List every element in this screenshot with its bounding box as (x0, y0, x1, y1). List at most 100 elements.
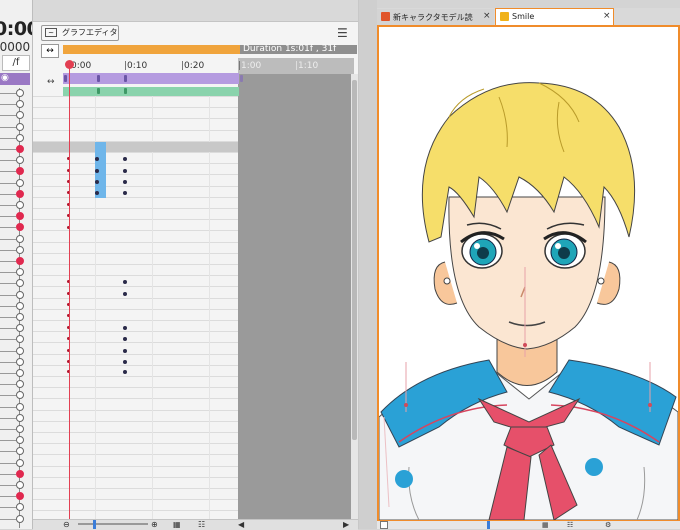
scroll-right-icon[interactable]: ▶ (343, 520, 349, 529)
parameter-row[interactable] (0, 301, 31, 312)
canvas-toggle[interactable] (380, 521, 388, 529)
keyframe-dot[interactable] (123, 370, 127, 374)
model-keyframe[interactable] (97, 88, 100, 94)
key-toggle[interactable] (16, 369, 24, 377)
parameter-row[interactable] (0, 189, 31, 200)
parameter-row[interactable] (0, 446, 31, 457)
parameter-row[interactable] (0, 312, 31, 323)
parameter-row[interactable] (0, 234, 31, 245)
key-toggle[interactable] (16, 133, 24, 142)
hamburger-icon[interactable]: ☰ (337, 26, 348, 40)
parameter-row[interactable] (0, 222, 31, 233)
scrollbar-thumb[interactable] (352, 80, 357, 440)
key-toggle[interactable] (16, 111, 24, 120)
keyframe-dot[interactable] (95, 157, 99, 161)
key-toggle[interactable] (16, 89, 24, 97)
parameter-row[interactable] (0, 514, 31, 525)
zoom-out-icon[interactable]: ⊖ (63, 520, 70, 529)
parameter-row[interactable] (0, 379, 31, 390)
parameter-row[interactable] (0, 178, 31, 189)
expand-arrows-icon[interactable]: ↔ (41, 44, 59, 58)
key-toggle[interactable] (16, 391, 24, 400)
scene-track-bar[interactable] (63, 73, 239, 84)
key-toggle[interactable] (16, 346, 24, 355)
parameter-row[interactable] (0, 480, 31, 491)
eye-icon[interactable]: ◉ (1, 73, 9, 83)
key-toggle[interactable] (16, 290, 24, 299)
key-toggle[interactable] (16, 413, 24, 422)
parameter-row[interactable] (0, 502, 31, 513)
parameter-row[interactable] (0, 88, 31, 99)
keyframe-dot[interactable] (95, 169, 99, 173)
parameter-row[interactable] (0, 424, 31, 435)
parameter-row[interactable] (0, 413, 31, 424)
canvas-view-icon[interactable]: ▦ (542, 521, 549, 529)
key-toggle[interactable] (16, 335, 24, 344)
playhead-handle[interactable] (65, 60, 74, 69)
zoom-in-icon[interactable]: ⊕ (151, 520, 158, 529)
canvas-grid-icon[interactable]: ☷ (567, 521, 573, 529)
key-toggle[interactable] (16, 201, 24, 209)
parameter-row[interactable] (0, 491, 31, 502)
time-ruler[interactable]: 0:00 0:10 0:20 1:00 1:10 (63, 58, 353, 72)
scene-keyframe[interactable] (64, 75, 67, 82)
key-toggle[interactable] (16, 425, 24, 433)
parameter-row[interactable] (0, 357, 31, 368)
keyframe-dot[interactable] (123, 292, 127, 296)
parameter-row[interactable] (0, 290, 31, 301)
key-toggle[interactable] (16, 223, 24, 232)
key-toggle[interactable] (16, 257, 24, 265)
frame-unit-field[interactable]: /f (2, 55, 30, 71)
model-keyframe[interactable] (124, 88, 127, 94)
key-toggle[interactable] (16, 234, 24, 243)
scroll-left-icon[interactable]: ◀ (238, 520, 244, 529)
tab-model-import[interactable]: 新キャラクタモデル読み込み × (377, 9, 494, 26)
key-toggle[interactable] (16, 469, 24, 478)
key-toggle[interactable] (16, 167, 24, 176)
parameter-row[interactable] (0, 368, 31, 379)
key-toggle[interactable] (16, 458, 24, 467)
keyframe-dot[interactable] (123, 360, 127, 364)
key-toggle[interactable] (16, 156, 24, 165)
key-toggle[interactable] (16, 279, 24, 288)
close-icon[interactable]: × (603, 11, 611, 21)
keyframe-dot[interactable] (123, 169, 127, 173)
key-toggle[interactable] (16, 357, 24, 366)
scene-keyframe[interactable] (240, 75, 243, 82)
model-track-bar[interactable] (63, 87, 239, 96)
work-range-bar[interactable] (63, 45, 240, 54)
parameter-row[interactable] (0, 144, 31, 155)
key-toggle[interactable] (16, 324, 24, 333)
graph-editor-button[interactable]: ~ グラフエディタ (41, 25, 119, 41)
parameter-row[interactable] (0, 267, 31, 278)
key-toggle[interactable] (16, 514, 24, 523)
key-toggle[interactable] (16, 268, 24, 277)
model-canvas[interactable] (377, 25, 680, 522)
fit-icon[interactable]: ▦ (173, 520, 181, 529)
scene-keyframe[interactable] (124, 75, 127, 82)
keyframe-dot[interactable] (123, 191, 127, 195)
scene-keyframe[interactable] (97, 75, 100, 82)
keyframe-dot[interactable] (95, 180, 99, 184)
panel-divider[interactable] (359, 0, 377, 529)
parameter-row[interactable] (0, 166, 31, 177)
parameter-row[interactable] (0, 334, 31, 345)
key-toggle[interactable] (16, 436, 24, 445)
keyframe-grid[interactable] (33, 96, 238, 529)
parameter-row[interactable] (0, 133, 31, 144)
keyframe-dot[interactable] (95, 191, 99, 195)
parameter-row[interactable] (0, 211, 31, 222)
zoom-slider-handle[interactable] (93, 520, 96, 529)
key-toggle[interactable] (16, 503, 24, 512)
keyframe-dot[interactable] (123, 326, 127, 330)
parameter-row[interactable] (0, 256, 31, 267)
parameter-row[interactable] (0, 402, 31, 413)
key-toggle[interactable] (16, 313, 24, 321)
key-toggle[interactable] (16, 178, 24, 187)
key-toggle[interactable] (16, 447, 24, 456)
canvas-slider-handle[interactable] (487, 521, 490, 529)
key-toggle[interactable] (16, 380, 24, 389)
snap-icon[interactable]: ☷ (198, 520, 205, 529)
keyframe-dot[interactable] (123, 280, 127, 284)
keyframe-dot[interactable] (123, 157, 127, 161)
